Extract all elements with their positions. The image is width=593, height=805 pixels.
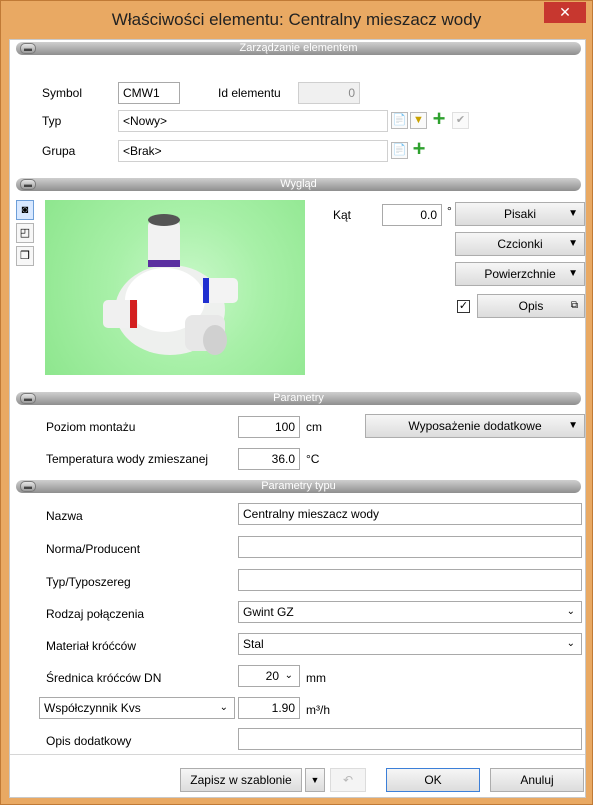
add-type-plus-icon[interactable]: + (430, 108, 448, 130)
footer-divider (10, 754, 585, 755)
coefficient-type-value: Współczynnik Kvs (44, 701, 141, 715)
save-template-button[interactable]: Zapisz w szablonie (180, 768, 302, 792)
section-header-type-parameters[interactable]: ▬ Parametry typu (16, 480, 581, 493)
name-label: Nazwa (46, 509, 83, 523)
dialog-client-area: ▬ Zarządzanie elementem Symbol CMW1 Id e… (9, 39, 586, 798)
diameter-value: 20 (265, 669, 279, 683)
angle-input[interactable]: 0.0 (382, 204, 442, 226)
mount-level-unit: cm (306, 420, 322, 434)
angle-label: Kąt (333, 208, 352, 222)
element-preview-image (45, 200, 305, 375)
chevron-down-icon: ⌄ (284, 670, 293, 681)
norm-label: Norma/Producent (46, 542, 141, 556)
save-template-dropdown[interactable]: ▼ (305, 768, 325, 792)
pens-label: Pisaki (503, 207, 536, 221)
section-title-parameters: Parametry (273, 392, 324, 404)
view-plan-tab-icon[interactable]: ◰ (16, 223, 34, 243)
name-input[interactable]: Centralny mieszacz wody (238, 503, 582, 525)
type-field[interactable]: <Nowy> (118, 110, 388, 132)
mount-level-input[interactable]: 100 (238, 416, 300, 438)
fonts-dropdown[interactable]: Czcionki ▼ (455, 232, 585, 256)
connection-value: Gwint GZ (243, 605, 294, 619)
material-value: Stal (243, 637, 264, 651)
material-select[interactable]: Stal ⌄ (238, 633, 582, 655)
chevron-down-icon: ⌄ (566, 606, 575, 617)
view-box-tab-icon[interactable]: ❒ (16, 246, 34, 266)
type-series-label: Typ/Typoszereg (46, 575, 131, 589)
diameter-select[interactable]: 20 ⌄ (238, 665, 300, 687)
norm-input[interactable] (238, 536, 582, 558)
edit-group-icon[interactable]: 📄 (391, 142, 408, 159)
close-button[interactable]: ✕ (544, 2, 586, 23)
section-title-appearance: Wygląd (280, 178, 317, 190)
dialog-window: Właściwości elementu: Centralny mieszacz… (0, 0, 593, 805)
description-button[interactable]: Opis ⧉ (477, 294, 585, 318)
coefficient-type-select[interactable]: Współczynnik Kvs ⌄ (39, 697, 235, 719)
diameter-label: Średnica króćców DN (46, 671, 162, 685)
accessories-dropdown[interactable]: Wyposażenie dodatkowe ▼ (365, 414, 585, 438)
save-type-icon[interactable]: ▼ (410, 112, 427, 129)
element-id-label: Id elementu (218, 86, 281, 100)
accessories-label: Wyposażenie dodatkowe (408, 419, 542, 433)
dropdown-arrow-icon: ▼ (568, 420, 578, 431)
collapse-toggle-icon[interactable]: ▬ (20, 481, 36, 492)
dropdown-arrow-icon: ▼ (310, 775, 320, 785)
open-window-icon: ⧉ (570, 300, 578, 311)
apply-check-icon[interactable]: ✔ (452, 112, 469, 129)
pens-dropdown[interactable]: Pisaki ▼ (455, 202, 585, 226)
mixed-temp-unit: °C (306, 452, 320, 466)
window-title: Właściwości elementu: Centralny mieszacz… (111, 10, 482, 29)
undo-button[interactable]: ↶ (330, 768, 366, 792)
mixed-temp-input[interactable]: 36.0 (238, 448, 300, 470)
mount-level-label: Poziom montażu (46, 420, 136, 434)
collapse-toggle-icon[interactable]: ▬ (20, 179, 36, 190)
connection-select[interactable]: Gwint GZ ⌄ (238, 601, 582, 623)
cancel-button[interactable]: Anuluj (490, 768, 584, 792)
add-group-plus-icon[interactable]: + (410, 138, 428, 160)
dropdown-arrow-icon: ▼ (568, 208, 578, 219)
element-id-field: 0 (298, 82, 360, 104)
chevron-down-icon: ⌄ (566, 638, 575, 649)
surfaces-label: Powierzchnie (484, 267, 556, 281)
dropdown-arrow-icon: ▼ (568, 238, 578, 249)
dropdown-arrow-icon: ▼ (568, 268, 578, 279)
group-label: Grupa (42, 144, 76, 158)
extra-description-input[interactable] (238, 728, 582, 750)
section-title-type-parameters: Parametry typu (261, 480, 336, 492)
coefficient-input[interactable]: 1.90 (238, 697, 300, 719)
collapse-toggle-icon[interactable]: ▬ (20, 393, 36, 404)
section-header-parameters[interactable]: ▬ Parametry (16, 392, 581, 405)
section-header-management[interactable]: ▬ Zarządzanie elementem (16, 42, 581, 55)
undo-icon: ↶ (342, 773, 354, 787)
mixed-temp-label: Temperatura wody zmieszanej (46, 452, 209, 466)
collapse-toggle-icon[interactable]: ▬ (20, 43, 36, 54)
description-label: Opis (518, 299, 544, 313)
symbol-label: Symbol (42, 86, 83, 100)
view-3d-tab-icon[interactable]: ◙ (16, 200, 34, 220)
type-series-input[interactable] (238, 569, 582, 591)
description-checkbox[interactable]: ✓ (457, 300, 470, 313)
mixer-3d-illustration (103, 214, 238, 355)
chevron-down-icon: ⌄ (219, 702, 228, 713)
ok-button[interactable]: OK (386, 768, 480, 792)
diameter-unit: mm (306, 671, 326, 685)
fonts-label: Czcionki (497, 237, 543, 251)
symbol-input[interactable]: CMW1 (118, 82, 180, 104)
edit-type-icon[interactable]: 📄 (391, 112, 408, 129)
extra-description-label: Opis dodatkowy (46, 734, 132, 748)
group-field[interactable]: <Brak> (118, 140, 388, 162)
section-title-management: Zarządzanie elementem (239, 42, 358, 54)
material-label: Materiał króćców (46, 639, 137, 653)
type-label: Typ (42, 114, 62, 128)
surfaces-dropdown[interactable]: Powierzchnie ▼ (455, 262, 585, 286)
connection-label: Rodzaj połączenia (46, 607, 145, 621)
section-header-appearance[interactable]: ▬ Wygląd (16, 178, 581, 191)
coefficient-unit: m³/h (306, 703, 330, 717)
angle-unit: ° (447, 204, 452, 218)
title-bar[interactable]: Właściwości elementu: Centralny mieszacz… (1, 1, 592, 39)
